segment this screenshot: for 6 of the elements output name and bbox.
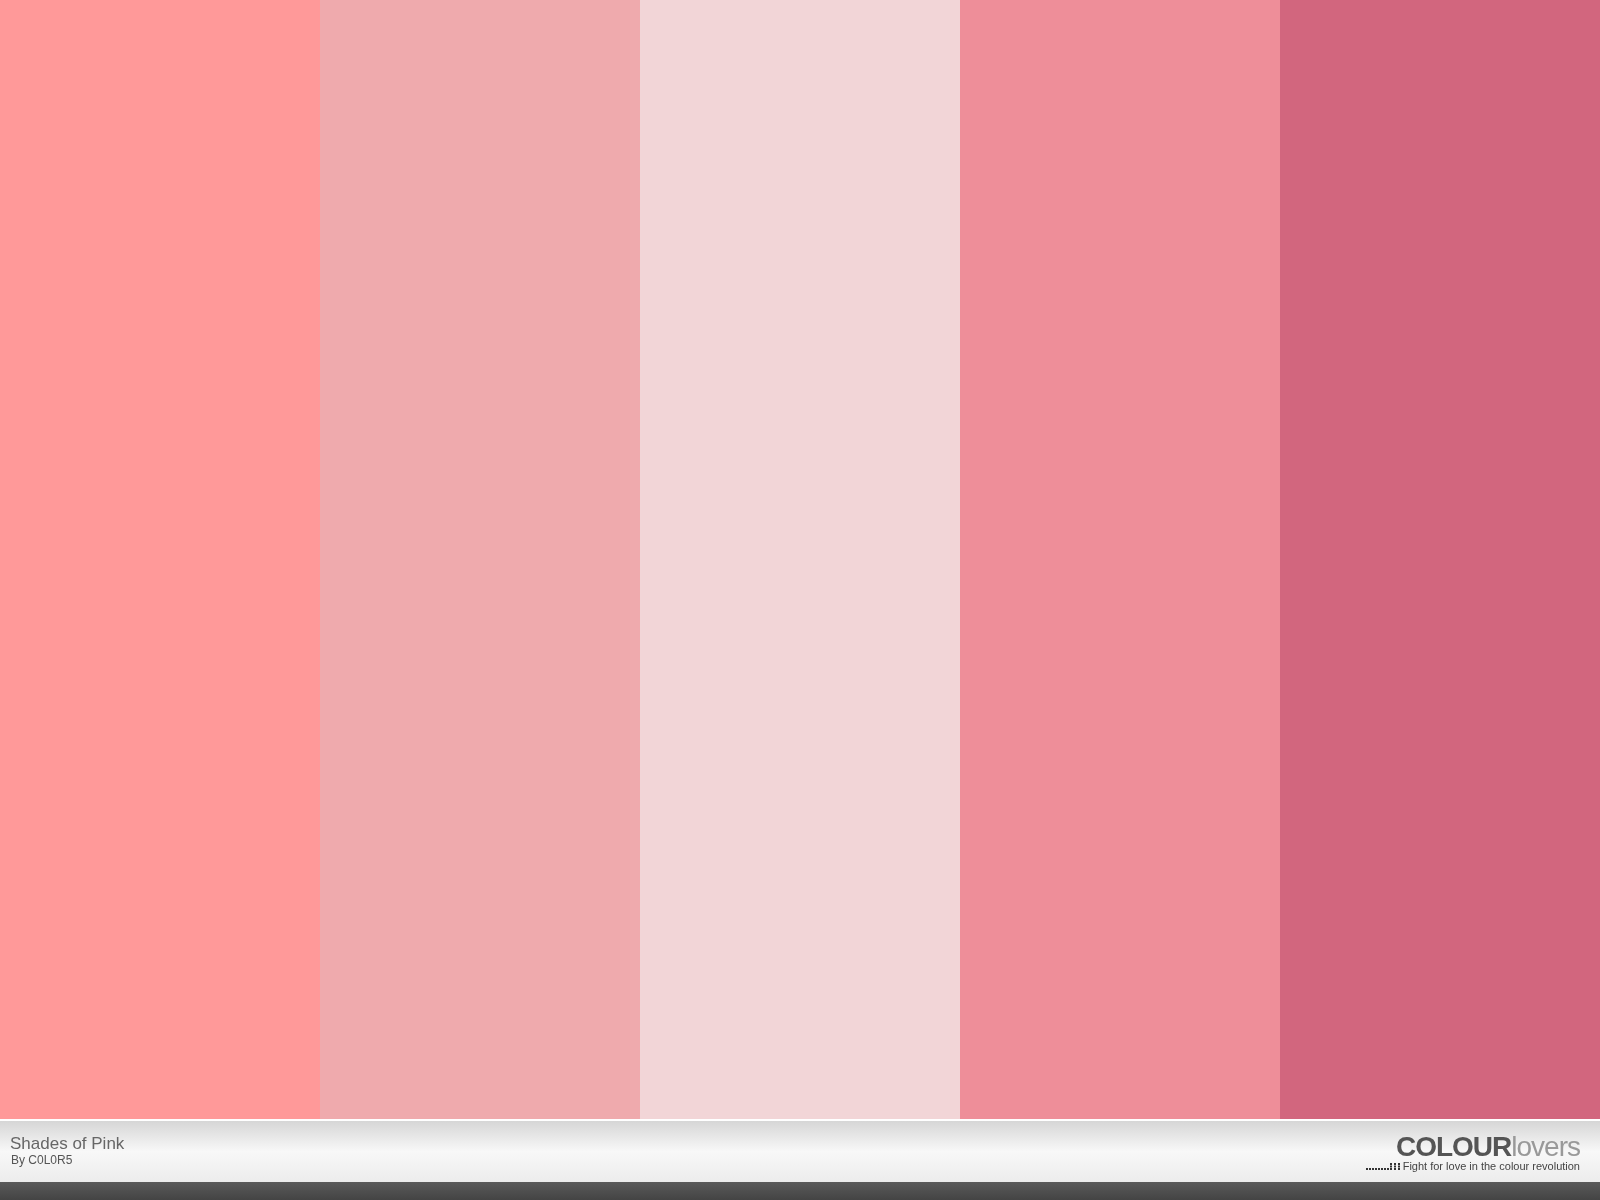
- dotted-leader-icon: [1365, 1162, 1400, 1170]
- logo-wordmark-bold: COLOUR: [1395, 1134, 1512, 1160]
- logo-wordmark-light: lovers: [1511, 1134, 1580, 1160]
- logo-tagline: Fight for love in the colour revolution: [1402, 1160, 1580, 1172]
- palette-title: Shades of Pink: [10, 1134, 125, 1153]
- palette-author: By C0L0R5: [11, 1153, 74, 1167]
